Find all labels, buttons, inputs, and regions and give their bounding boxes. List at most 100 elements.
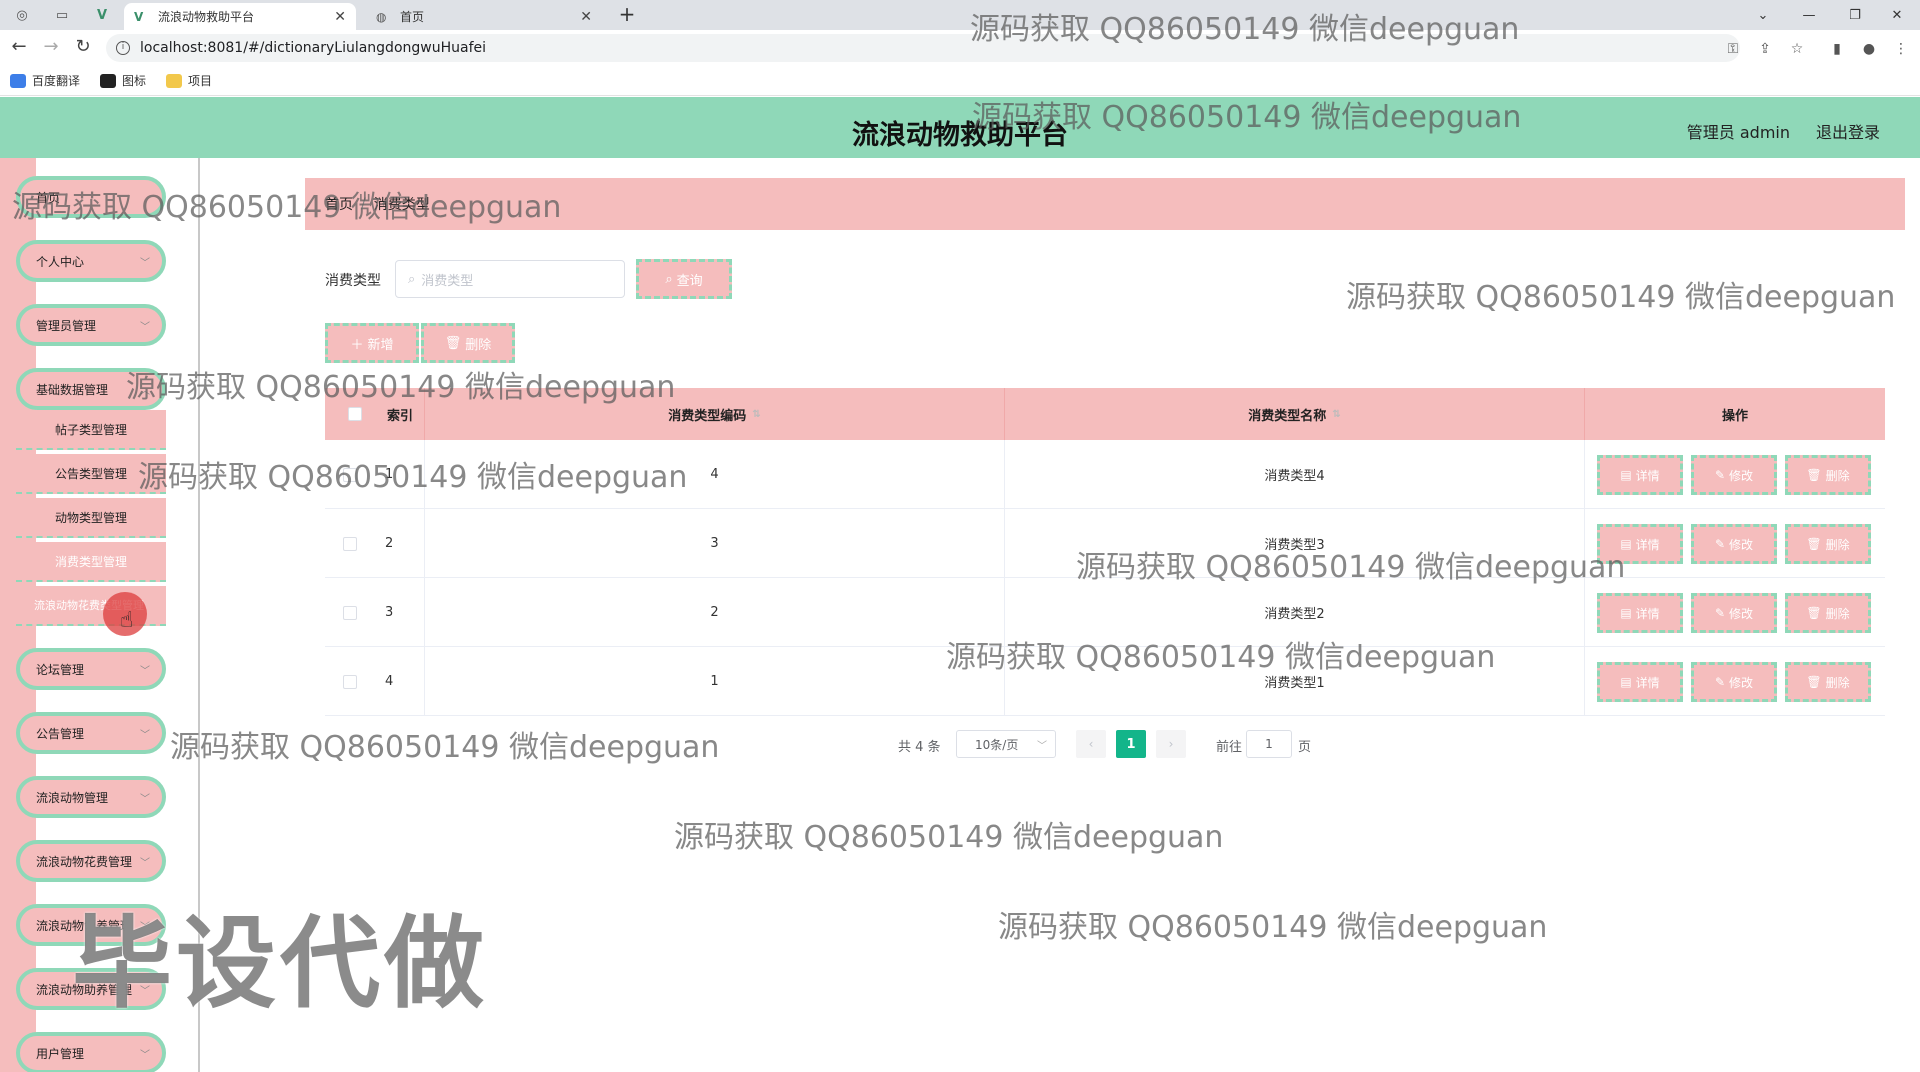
watermark: 源码获取 QQ86050149 微信deepguan	[170, 730, 720, 765]
edit-icon: ✎	[1714, 675, 1726, 689]
watermark: 源码获取 QQ86050149 微信deepguan	[970, 12, 1520, 47]
trash-icon: 🗑	[1806, 606, 1822, 620]
menu-icon[interactable]: ⋮	[1890, 38, 1912, 60]
chrome-icon[interactable]: ◎	[10, 4, 34, 26]
sidebar-subitem-animal-type[interactable]: 动物类型管理	[16, 498, 166, 538]
watermark: 源码获取 QQ86050149 微信deepguan	[1346, 280, 1896, 315]
star-icon[interactable]: ☆	[1786, 38, 1808, 60]
reload-icon[interactable]: ↻	[70, 36, 96, 60]
query-button[interactable]: ⌕ 查询	[636, 259, 732, 299]
chevron-down-icon: ﹀	[140, 322, 150, 333]
sidebar-item-animal-cost[interactable]: 流浪动物花费管理 ﹀	[16, 840, 166, 882]
sidepanel-icon[interactable]: ▮	[1826, 38, 1848, 60]
delete-button[interactable]: 🗑 删除	[1785, 593, 1871, 633]
sort-icon[interactable]: ⇅	[752, 409, 760, 420]
current-user: 管理员 admin	[1686, 123, 1790, 142]
restore-icon[interactable]: ❐	[1832, 0, 1878, 30]
edit-button[interactable]: ✎ 修改	[1691, 524, 1777, 564]
sidebar-item-forum[interactable]: 论坛管理 ﹀	[16, 648, 166, 690]
prev-page-button[interactable]: ‹	[1076, 730, 1106, 758]
forward-icon[interactable]: →	[38, 36, 64, 60]
key-icon[interactable]: ⚿	[1722, 38, 1744, 60]
current-page[interactable]: 1	[1116, 730, 1146, 758]
batch-delete-button[interactable]: 🗑 删除	[421, 323, 515, 363]
bookmark-item[interactable]: 项目	[166, 72, 212, 89]
delete-button[interactable]: 🗑 删除	[1785, 455, 1871, 495]
browser-tab-bar: ◎ ▭ V V 流浪动物救助平台 ✕ ◍ 首页 ✕ + ⌄ — ❐ ✕	[0, 0, 1920, 30]
globe-icon: ◍	[376, 9, 387, 24]
bookmarks-bar: 百度翻译 图标 项目	[0, 66, 1920, 96]
bookmark-item[interactable]: 百度翻译	[10, 72, 80, 89]
bookmark-item[interactable]: 图标	[100, 72, 146, 89]
tab-home[interactable]: ◍ 首页 ✕	[366, 3, 602, 30]
translate-icon	[10, 73, 26, 88]
pagination-total: 共 4 条	[898, 740, 941, 755]
chevron-down-icon: ﹀	[140, 666, 150, 677]
next-page-button[interactable]: ›	[1156, 730, 1186, 758]
detail-button[interactable]: ▤ 详情	[1597, 662, 1683, 702]
image-icon	[100, 73, 117, 88]
logout-link[interactable]: 退出登录	[1816, 119, 1880, 143]
watermark: 源码获取 QQ86050149 微信deepguan	[674, 820, 1224, 855]
url-text: localhost:8081/#/dictionaryLiulangdongwu…	[140, 40, 487, 56]
back-icon[interactable]: ←	[6, 36, 32, 60]
edit-button[interactable]: ✎ 修改	[1691, 662, 1777, 702]
sidebar-item-users[interactable]: 用户管理 ﹀	[16, 1032, 166, 1072]
document-icon: ▤	[1620, 675, 1632, 689]
window-close-icon[interactable]: ✕	[1874, 0, 1920, 30]
chevron-down-icon: ﹀	[1037, 741, 1047, 752]
goto-label: 前往	[1216, 740, 1243, 755]
tab-search-icon[interactable]: ⌄	[1740, 0, 1786, 30]
name-cell: 消费类型4	[1005, 440, 1585, 509]
document-icon: ▤	[1620, 468, 1632, 482]
close-icon[interactable]: ✕	[580, 9, 592, 25]
watermark: 源码获取 QQ86050149 微信deepguan	[12, 190, 562, 225]
edit-button[interactable]: ✎ 修改	[1691, 455, 1777, 495]
sidebar-item-profile[interactable]: 个人中心 ﹀	[16, 240, 166, 282]
detail-button[interactable]: ▤ 详情	[1597, 593, 1683, 633]
sidebar-subitem-expense-type[interactable]: 消费类型管理	[16, 542, 166, 582]
minimize-icon[interactable]: —	[1786, 0, 1832, 30]
sidebar-subitem-post-type[interactable]: 帖子类型管理	[16, 410, 166, 450]
tab-active[interactable]: V 流浪动物救助平台 ✕	[124, 3, 356, 30]
trash-icon: 🗑	[1806, 537, 1822, 551]
search-icon: ⌕	[665, 271, 673, 287]
blank-tab-icon[interactable]: ▭	[50, 4, 74, 26]
chevron-down-icon: ﹀	[140, 1050, 150, 1061]
watermark: 源码获取 QQ86050149 微信deepguan	[946, 640, 1496, 675]
row-checkbox[interactable]	[343, 536, 357, 551]
trash-icon: 🗑	[1806, 468, 1822, 482]
edit-icon: ✎	[1714, 537, 1726, 551]
document-icon: ▤	[1620, 606, 1632, 620]
search-placeholder: 消费类型	[421, 273, 474, 289]
chevron-down-icon: ﹀	[140, 794, 150, 805]
vue-icon[interactable]: V	[90, 4, 114, 26]
new-tab-button[interactable]: +	[614, 2, 640, 28]
close-icon[interactable]: ✕	[334, 9, 346, 25]
code-cell: 2	[425, 578, 1005, 647]
add-button[interactable]: ＋新增	[325, 323, 419, 363]
row-checkbox[interactable]	[343, 605, 357, 620]
chevron-down-icon: ﹀	[140, 858, 150, 869]
sidebar-item-animals[interactable]: 流浪动物管理 ﹀	[16, 776, 166, 818]
sidebar-item-admins[interactable]: 管理员管理 ﹀	[16, 304, 166, 346]
goto-page-input[interactable]: 1	[1246, 730, 1292, 758]
delete-button[interactable]: 🗑 删除	[1785, 524, 1871, 564]
profile-icon[interactable]: ●	[1858, 38, 1880, 60]
column-name[interactable]: 消费类型名称 ⇅	[1005, 388, 1585, 440]
sort-icon[interactable]: ⇅	[1332, 409, 1340, 420]
edit-icon: ✎	[1714, 606, 1726, 620]
row-checkbox[interactable]	[343, 674, 357, 689]
edit-button[interactable]: ✎ 修改	[1691, 593, 1777, 633]
watermark: 源码获取 QQ86050149 微信deepguan	[998, 910, 1548, 945]
watermark: 源码获取 QQ86050149 微信deepguan	[1076, 550, 1626, 585]
select-all-checkbox[interactable]	[347, 407, 362, 421]
search-input[interactable]: ⌕ 消费类型	[395, 260, 625, 298]
watermark: 源码获取 QQ86050149 微信deepguan	[972, 100, 1522, 135]
detail-button[interactable]: ▤ 详情	[1597, 455, 1683, 495]
info-icon[interactable]: i	[116, 41, 130, 55]
delete-button[interactable]: 🗑 删除	[1785, 662, 1871, 702]
share-icon[interactable]: ⇪	[1754, 38, 1776, 60]
page-size-select[interactable]: 10条/页 ﹀	[956, 730, 1056, 758]
chevron-down-icon: ﹀	[140, 258, 150, 269]
